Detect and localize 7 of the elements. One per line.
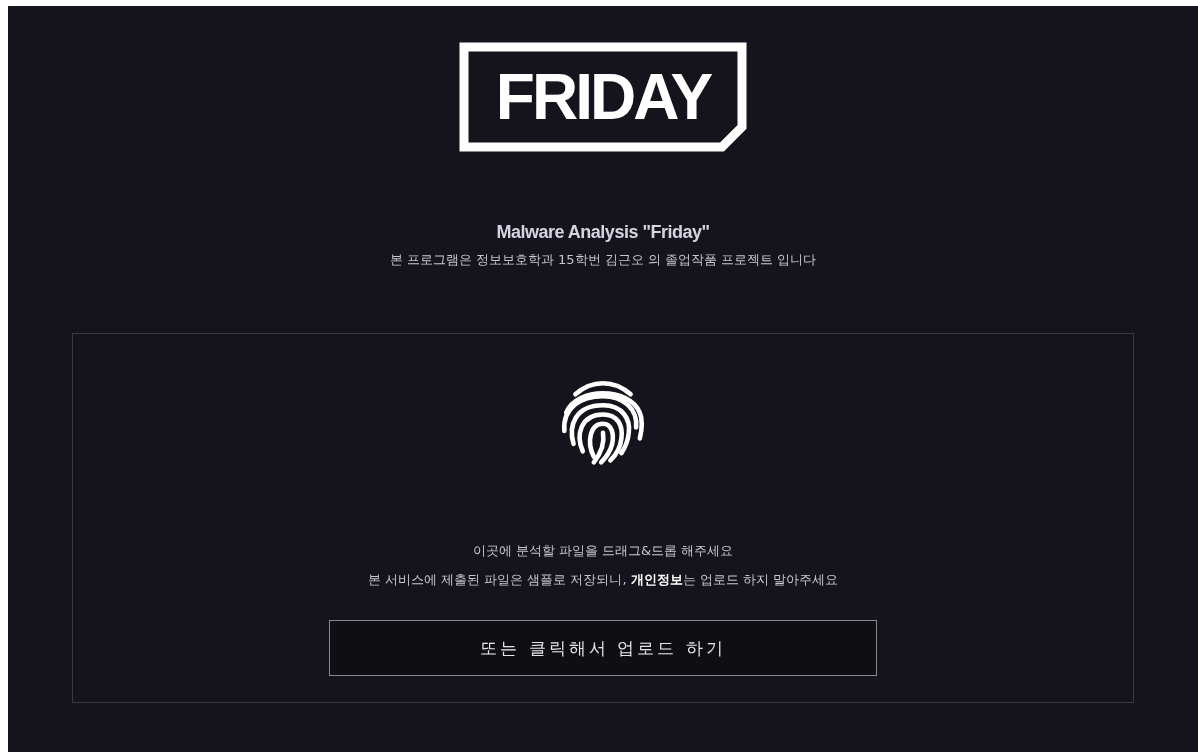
logo: FRIDAY (459, 42, 747, 152)
privacy-notice: 본 서비스에 제출된 파일은 샘플로 저장되니, 개인정보는 업로드 하지 말아주세요 (367, 571, 839, 589)
upload-button[interactable]: 또는 클릭해서 업로드 하기 (329, 620, 877, 676)
app-subtitle: 본 프로그램은 정보보호학과 15학번 김근오 의 졸업작품 프로젝트 입니다 (389, 251, 817, 269)
app-title: Malware Analysis "Friday" (496, 222, 710, 243)
drop-instruction: 이곳에 분석할 파일을 드래그&드롭 해주세요 (472, 542, 734, 560)
drop-zone[interactable]: 이곳에 분석할 파일을 드래그&드롭 해주세요 본 서비스에 제출된 파일은 샘플로 저장되니, 개인정보는 업로드 하지 말아주세요 또는 클릭해서 업로드 하기 (72, 333, 1134, 703)
